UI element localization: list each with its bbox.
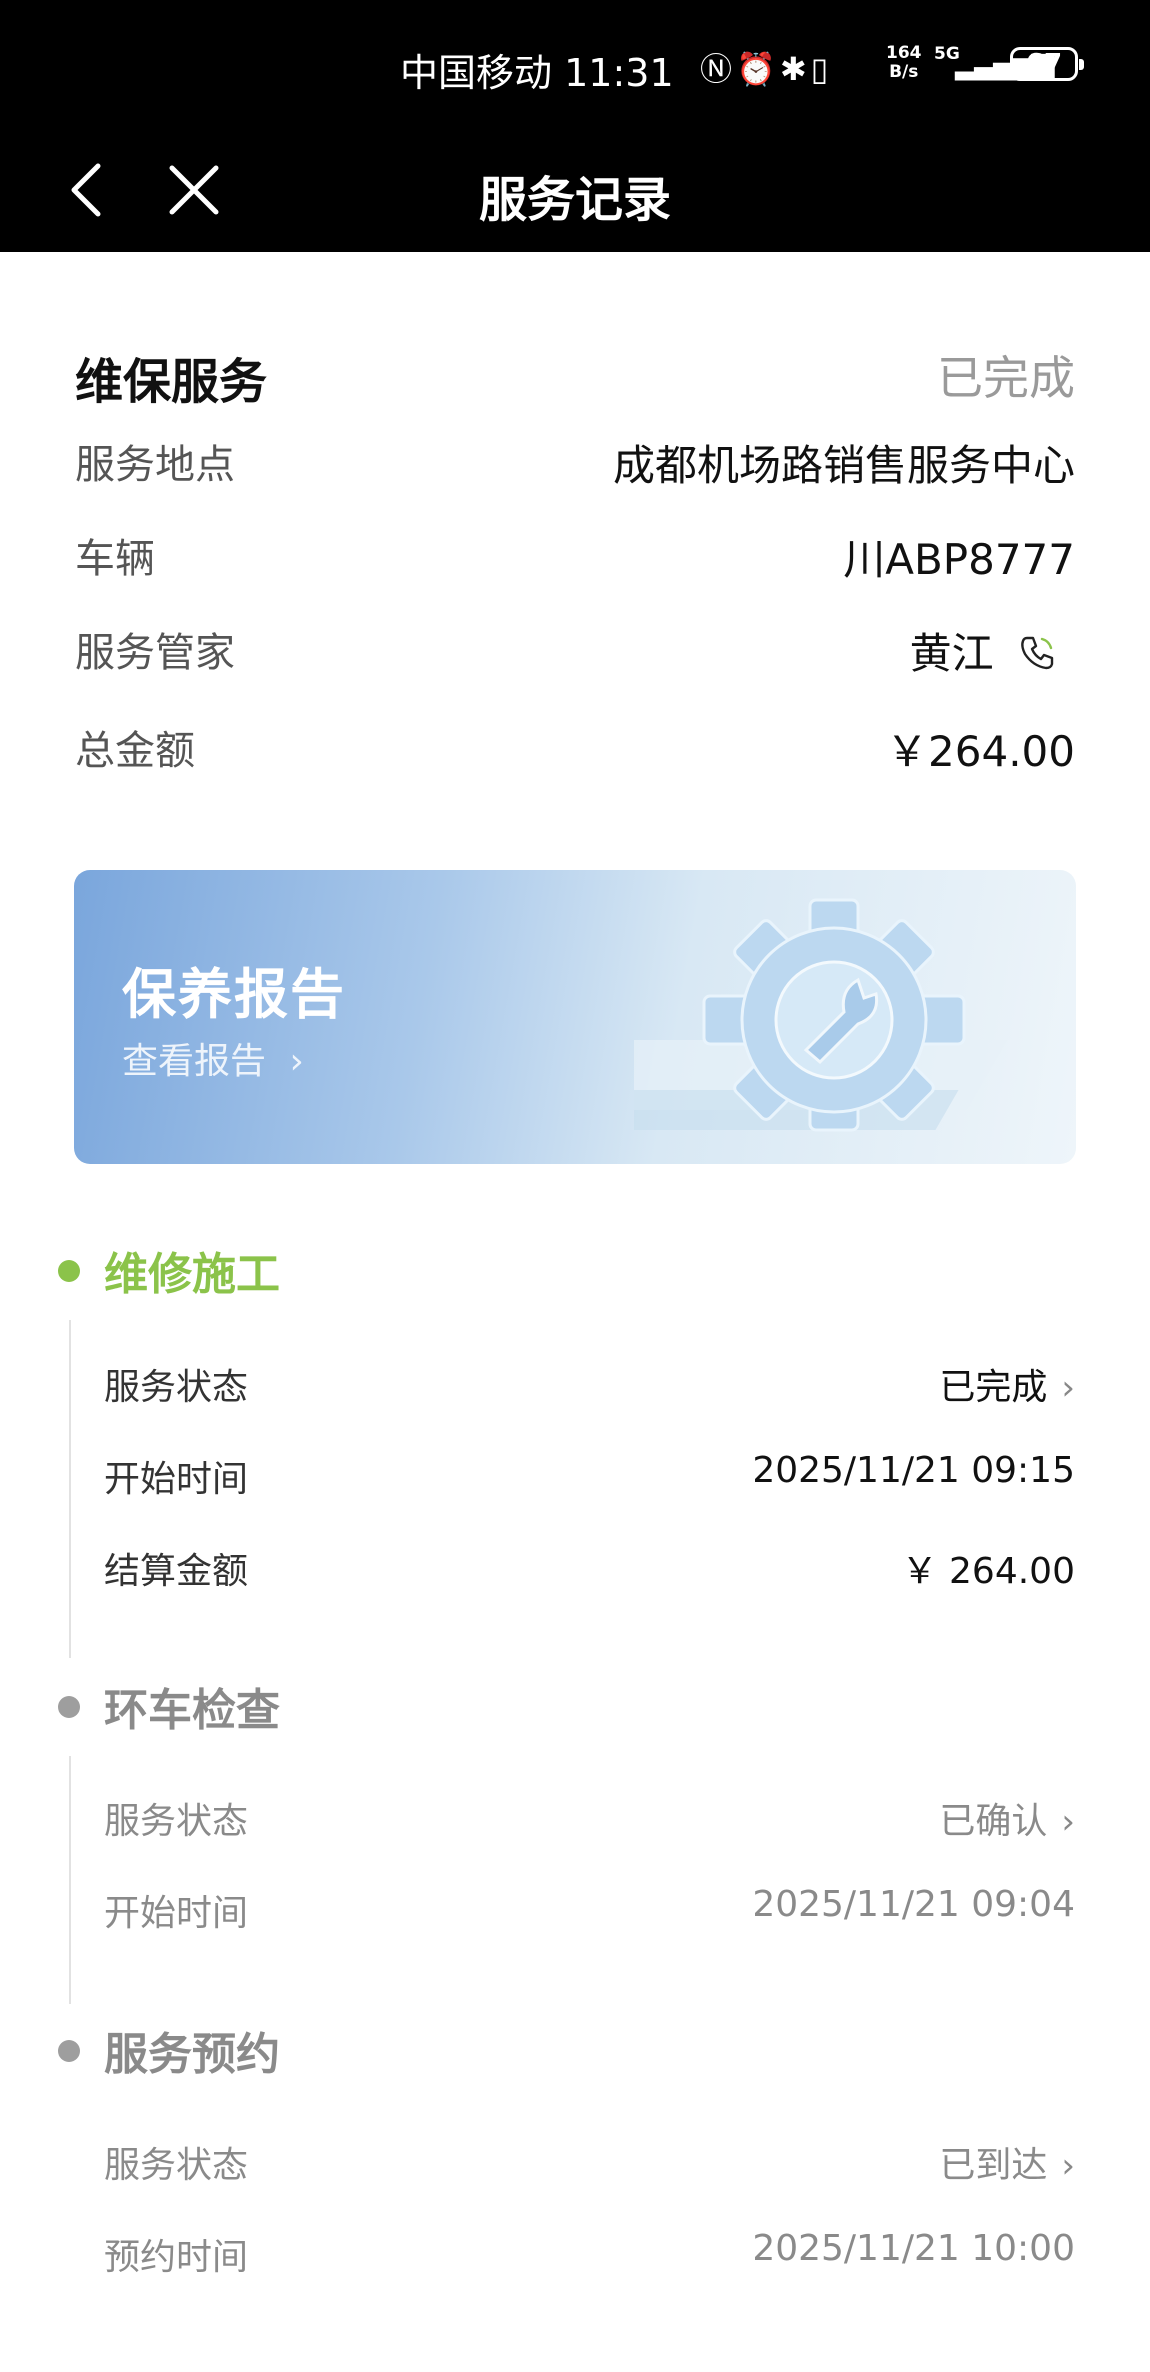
service-status-link[interactable]: 已完成 › [939,1358,1075,1410]
page-title: 服务记录 [478,172,671,228]
gear-wrench-icon [634,898,1008,1132]
service-status-link[interactable]: 已确认 › [939,1792,1075,1844]
summary-row-advisor: 服务管家 黄江 [75,620,1075,680]
nav-bar: 服务记录 [0,130,1150,252]
chevron-right-icon: › [1061,1802,1075,1842]
timeline-dot [58,2040,80,2062]
summary-row-location: 服务地点 成都机场路销售服务中心 [75,441,1075,490]
nfc-icon: Ⓝ [700,50,737,88]
alarm-icon: ⏰ [736,50,780,88]
chevron-right-icon: › [289,1041,304,1082]
timeline-dot-active [58,1260,80,1282]
status-icons: Ⓝ⏰✱▯ [700,44,832,90]
advisor-name: 黄江 [909,629,994,678]
banner-title: 保养报告 [122,963,346,1026]
bluetooth-icon: ✱ [779,50,811,88]
section-title: 环车检查 [104,1685,280,1736]
chevron-right-icon: › [1061,2146,1075,2186]
service-type-title: 维保服务 [75,354,268,410]
clock: 11:31 [564,51,674,95]
summary-row-total: 总金额 ￥264.00 [75,727,1075,776]
carrier-name: 中国移动 [400,51,553,95]
maintenance-report-banner[interactable]: 保养报告 查看报告 › [74,870,1076,1164]
section-title: 服务预约 [104,2029,280,2080]
phone-icon[interactable] [1017,632,1057,672]
service-status-link[interactable]: 已到达 › [939,2136,1075,2188]
service-status-badge: 已完成 [937,351,1075,405]
summary-row-vehicle: 车辆 川ABP8777 [75,535,1075,584]
timeline-dot [58,1696,80,1718]
view-report-link[interactable]: 查看报告 › [122,1032,304,1084]
status-carrier-time: 中国移动 11:31 [400,42,674,97]
battery-icon: 67 [1010,47,1084,81]
timeline-line [69,1320,71,1658]
vibrate-icon: ▯ [810,50,833,88]
network-speed: 164 B/s [886,43,922,82]
timeline-line [69,1756,71,2004]
section-title: 维修施工 [104,1249,280,1300]
status-bar: 中国移动 11:31 Ⓝ⏰✱▯ 164 B/s 5G ▂▃▄▅▆ 67 [0,0,1150,130]
chevron-right-icon: › [1061,1368,1075,1408]
